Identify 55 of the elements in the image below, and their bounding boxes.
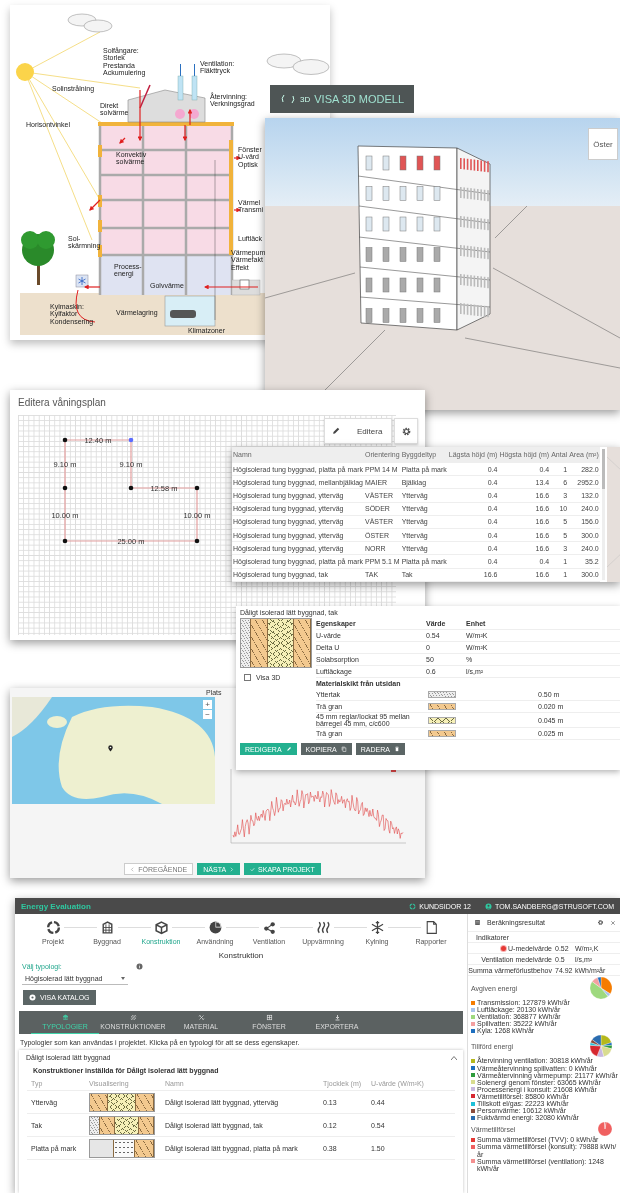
user-icon [485, 902, 492, 910]
eye-icon [29, 994, 36, 1001]
scrollbar[interactable] [601, 449, 605, 580]
ring-icon [409, 902, 417, 910]
material-swatch [428, 703, 456, 710]
vertex-handle[interactable] [194, 485, 200, 491]
close-button[interactable] [610, 919, 616, 926]
vertex-handle[interactable] [128, 437, 134, 443]
pie-chart [590, 977, 612, 999]
vertex-handle[interactable] [62, 485, 68, 491]
zoom-button[interactable]: − [203, 710, 212, 719]
material-swatch [428, 716, 456, 724]
columns-icon [61, 1014, 69, 1021]
layer-section-drawing [89, 1115, 155, 1135]
map-placeholder[interactable]: + − [12, 697, 215, 804]
map-pin-icon [107, 745, 114, 752]
check-icon [250, 866, 256, 872]
material-swatch [428, 730, 456, 737]
caret-icon [121, 976, 125, 980]
cross-icon [197, 1014, 205, 1021]
3d-label: 3D [300, 94, 311, 104]
chevron-right-icon [229, 866, 235, 872]
download-icon [333, 1014, 341, 1021]
settings-icon [400, 425, 412, 437]
vertex-handle[interactable] [194, 538, 200, 544]
window-icon [265, 1014, 273, 1021]
layer-section-drawing [240, 618, 312, 668]
chevron-icon[interactable] [451, 1055, 457, 1060]
edit-button[interactable]: Editera [324, 418, 392, 444]
trash-icon [393, 746, 400, 752]
vertex-handle[interactable] [62, 437, 68, 443]
hatch-icon [129, 1014, 137, 1021]
app-title: Energy Evaluation [21, 901, 91, 911]
vertex-handle[interactable] [128, 485, 134, 491]
view-3d-button[interactable]: 3D VISA 3D MODELL [270, 85, 415, 113]
zoom-button[interactable]: + [203, 700, 212, 709]
settings-icon [597, 919, 604, 926]
chevron-left-icon [130, 866, 136, 872]
page-heading: Konstruktion [217, 951, 265, 960]
material-swatch [428, 691, 456, 698]
pie-chart [590, 1035, 612, 1058]
panel-title: Editera våningsplan [18, 397, 107, 408]
direction-label: Öster [588, 128, 618, 160]
calculator-icon [474, 919, 481, 926]
vertex-handle[interactable] [62, 538, 68, 544]
rotate-arrows-icon [280, 92, 296, 106]
close-icon [610, 919, 616, 926]
copy-icon [340, 746, 347, 752]
pencil-icon [285, 746, 292, 752]
pencil-icon [331, 426, 341, 436]
layer-section-drawing [89, 1092, 155, 1112]
pie-chart [598, 1122, 612, 1137]
checkbox[interactable] [244, 674, 251, 681]
settings-button[interactable] [597, 919, 604, 926]
info-icon [136, 963, 143, 970]
